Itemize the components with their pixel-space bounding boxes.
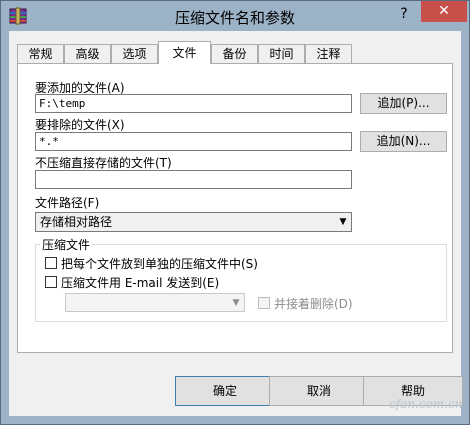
exclude-files-input[interactable]: *.* — [35, 132, 352, 151]
add-files-button[interactable]: 追加(P)... — [360, 93, 447, 114]
chevron-down-icon: ▼ — [339, 217, 347, 227]
delete-after-label: 并接着删除(D) — [274, 297, 353, 311]
compress-group-title: 压缩文件 — [40, 236, 93, 253]
help-title-button[interactable]: ? — [389, 3, 419, 25]
tab-options[interactable]: 选项 — [111, 44, 158, 63]
delete-after-checkbox[interactable] — [258, 297, 270, 309]
dialog-window: 压缩文件名和参数 ? ✕ 常规 高级 选项 文件 备份 时间 注释 要添加的文件… — [0, 0, 470, 425]
separate-archives-checkbox[interactable] — [45, 257, 57, 269]
email-select[interactable]: ▼ — [65, 293, 245, 312]
tab-advanced[interactable]: 高级 — [64, 44, 111, 63]
file-path-select[interactable]: 存储相对路径 ▼ — [35, 212, 352, 232]
title-bar[interactable]: 压缩文件名和参数 ? ✕ — [1, 1, 469, 31]
file-path-selected: 存储相对路径 — [40, 215, 113, 229]
tab-comment[interactable]: 注释 — [305, 44, 352, 63]
dialog-client: 常规 高级 选项 文件 备份 时间 注释 要添加的文件(A) F:\temp 追… — [9, 31, 463, 416]
tab-time[interactable]: 时间 — [258, 44, 305, 63]
watermark: cfan.com.cn — [389, 397, 463, 411]
tab-files[interactable]: 文件 — [158, 41, 211, 64]
store-files-label: 不压缩直接存储的文件(T) — [35, 156, 172, 170]
tab-general[interactable]: 常规 — [17, 44, 64, 63]
store-files-input[interactable] — [35, 170, 352, 189]
email-label: 压缩文件用 E-mail 发送到(E) — [61, 276, 220, 290]
close-button[interactable]: ✕ — [421, 1, 467, 22]
exclude-files-label: 要排除的文件(X) — [35, 118, 125, 132]
files-panel: 要添加的文件(A) F:\temp 追加(P)... 要排除的文件(X) *.*… — [17, 63, 453, 353]
tab-backup[interactable]: 备份 — [211, 44, 258, 63]
ok-button[interactable]: 确定 — [175, 376, 275, 406]
email-checkbox[interactable] — [45, 276, 57, 288]
add-files-input[interactable]: F:\temp — [35, 94, 352, 113]
separate-archives-label: 把每个文件放到单独的压缩文件中(S) — [61, 257, 258, 271]
exclude-files-button[interactable]: 追加(N)... — [360, 131, 447, 152]
chevron-down-icon: ▼ — [232, 298, 240, 308]
file-path-label: 文件路径(F) — [35, 196, 100, 210]
cancel-button[interactable]: 取消 — [269, 376, 369, 406]
